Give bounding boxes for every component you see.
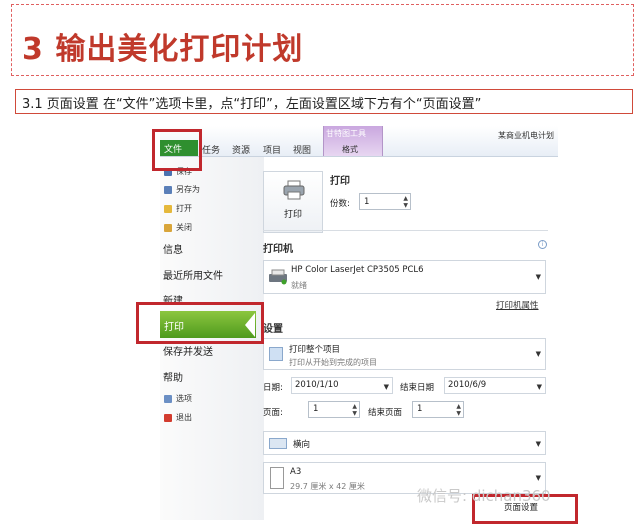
document-title: 某商业机电计划 xyxy=(498,131,554,140)
chevron-down-icon: ▼ xyxy=(535,474,541,482)
paper-name: A3 xyxy=(290,467,302,477)
caption-text: 3.1 页面设置 在“文件”选项卡里，点“打印”，左面设置区域下方有个“页面设置… xyxy=(22,97,482,112)
exit-icon xyxy=(164,413,172,422)
copies-label: 份数: xyxy=(330,199,350,209)
paper-dimensions: 29.7 厘米 x 42 厘米 xyxy=(290,482,365,491)
chevron-down-icon: ▼ xyxy=(535,350,541,358)
spin-up-icon[interactable]: ▲ xyxy=(403,195,408,202)
print-scope-dropdown[interactable]: 打印整个项目 打印从开始到完成的项目 ▼ xyxy=(263,338,546,370)
page-from-spinner[interactable]: 1 ▲ ▼ xyxy=(308,401,360,418)
orientation-value: 横向 xyxy=(293,440,311,450)
print-button-label: 打印 xyxy=(284,210,303,220)
printer-status: 就绪 xyxy=(291,281,307,290)
chevron-down-icon: ▼ xyxy=(535,440,541,448)
printer-section-title: 打印机 xyxy=(263,244,293,255)
paper-icon xyxy=(270,467,284,489)
start-date-value: 2010/1/10 xyxy=(295,380,339,390)
settings-section-title: 设置 xyxy=(263,324,283,335)
copies-spinner[interactable]: 1 ▲ ▼ xyxy=(359,193,411,210)
orientation-dropdown[interactable]: 横向 ▼ xyxy=(263,431,546,455)
print-button[interactable]: 打印 xyxy=(263,171,323,233)
print-section-title: 打印 xyxy=(330,176,350,187)
separator xyxy=(263,230,548,231)
highlight-print-item xyxy=(136,302,264,344)
printer-name: HP Color LaserJet CP3505 PCL6 xyxy=(291,265,424,275)
tab-view[interactable]: 视图 xyxy=(293,143,311,156)
printer-icon xyxy=(283,180,305,200)
options-icon xyxy=(164,394,172,403)
tab-project[interactable]: 项目 xyxy=(263,143,281,156)
page-label: 页面: xyxy=(263,408,283,418)
spin-up-icon[interactable]: ▲ xyxy=(456,403,461,410)
spin-up-icon[interactable]: ▲ xyxy=(352,403,357,410)
save-as-icon xyxy=(164,185,172,194)
tab-task[interactable]: 任务 xyxy=(202,143,220,156)
page-to-value: 1 xyxy=(417,404,423,414)
nav-exit[interactable]: 退出 xyxy=(164,412,192,423)
nav-close[interactable]: 关闭 xyxy=(164,222,192,233)
end-page-label: 结束页面 xyxy=(368,408,403,418)
chevron-down-icon: ▼ xyxy=(536,383,542,391)
document-pages-icon xyxy=(269,347,283,361)
printer-dropdown[interactable]: HP Color LaserJet CP3505 PCL6 就绪 ▼ xyxy=(263,260,546,294)
print-scope-title: 打印整个项目 xyxy=(289,345,341,355)
chevron-down-icon: ▼ xyxy=(535,273,541,281)
end-date-field[interactable]: 2010/6/9 ▼ xyxy=(444,377,546,394)
spin-down-icon[interactable]: ▼ xyxy=(403,202,408,209)
landscape-icon xyxy=(269,438,287,449)
spin-down-icon[interactable]: ▼ xyxy=(456,410,461,417)
nav-save-send[interactable]: 保存并发送 xyxy=(163,343,213,358)
printer-device-icon xyxy=(269,269,287,285)
nav-info[interactable]: 信息 xyxy=(163,241,183,256)
folder-open-icon xyxy=(164,204,172,213)
nav-options[interactable]: 选项 xyxy=(164,393,192,404)
nav-help[interactable]: 帮助 xyxy=(163,369,183,384)
spin-down-icon[interactable]: ▼ xyxy=(352,410,357,417)
date-label: 日期: xyxy=(263,383,283,393)
tab-format[interactable]: 格式 xyxy=(342,144,358,155)
info-icon[interactable]: i xyxy=(538,240,547,249)
start-date-field[interactable]: 2010/1/10 ▼ xyxy=(291,377,393,394)
printer-properties-link[interactable]: 打印机属性 xyxy=(496,299,539,311)
page-title: 3 输出美化打印计划 xyxy=(22,32,304,67)
print-scope-subtitle: 打印从开始到完成的项目 xyxy=(289,358,377,367)
end-date-label: 结束日期 xyxy=(400,383,435,393)
tab-resource[interactable]: 资源 xyxy=(232,143,250,156)
highlight-file-tab xyxy=(152,129,202,171)
copies-value: 1 xyxy=(364,197,370,207)
nav-open[interactable]: 打开 xyxy=(164,203,192,214)
page-from-value: 1 xyxy=(313,404,319,414)
nav-save-as[interactable]: 另存为 xyxy=(164,184,200,195)
chevron-down-icon: ▼ xyxy=(383,383,389,391)
end-date-value: 2010/6/9 xyxy=(448,380,487,390)
gantt-tools-label: 甘特图工具 xyxy=(326,129,366,138)
folder-close-icon xyxy=(164,223,172,232)
page-to-spinner[interactable]: 1 ▲ ▼ xyxy=(412,401,464,418)
nav-recent[interactable]: 最近所用文件 xyxy=(163,267,223,282)
watermark: 微信号: dichan360 xyxy=(417,487,551,505)
